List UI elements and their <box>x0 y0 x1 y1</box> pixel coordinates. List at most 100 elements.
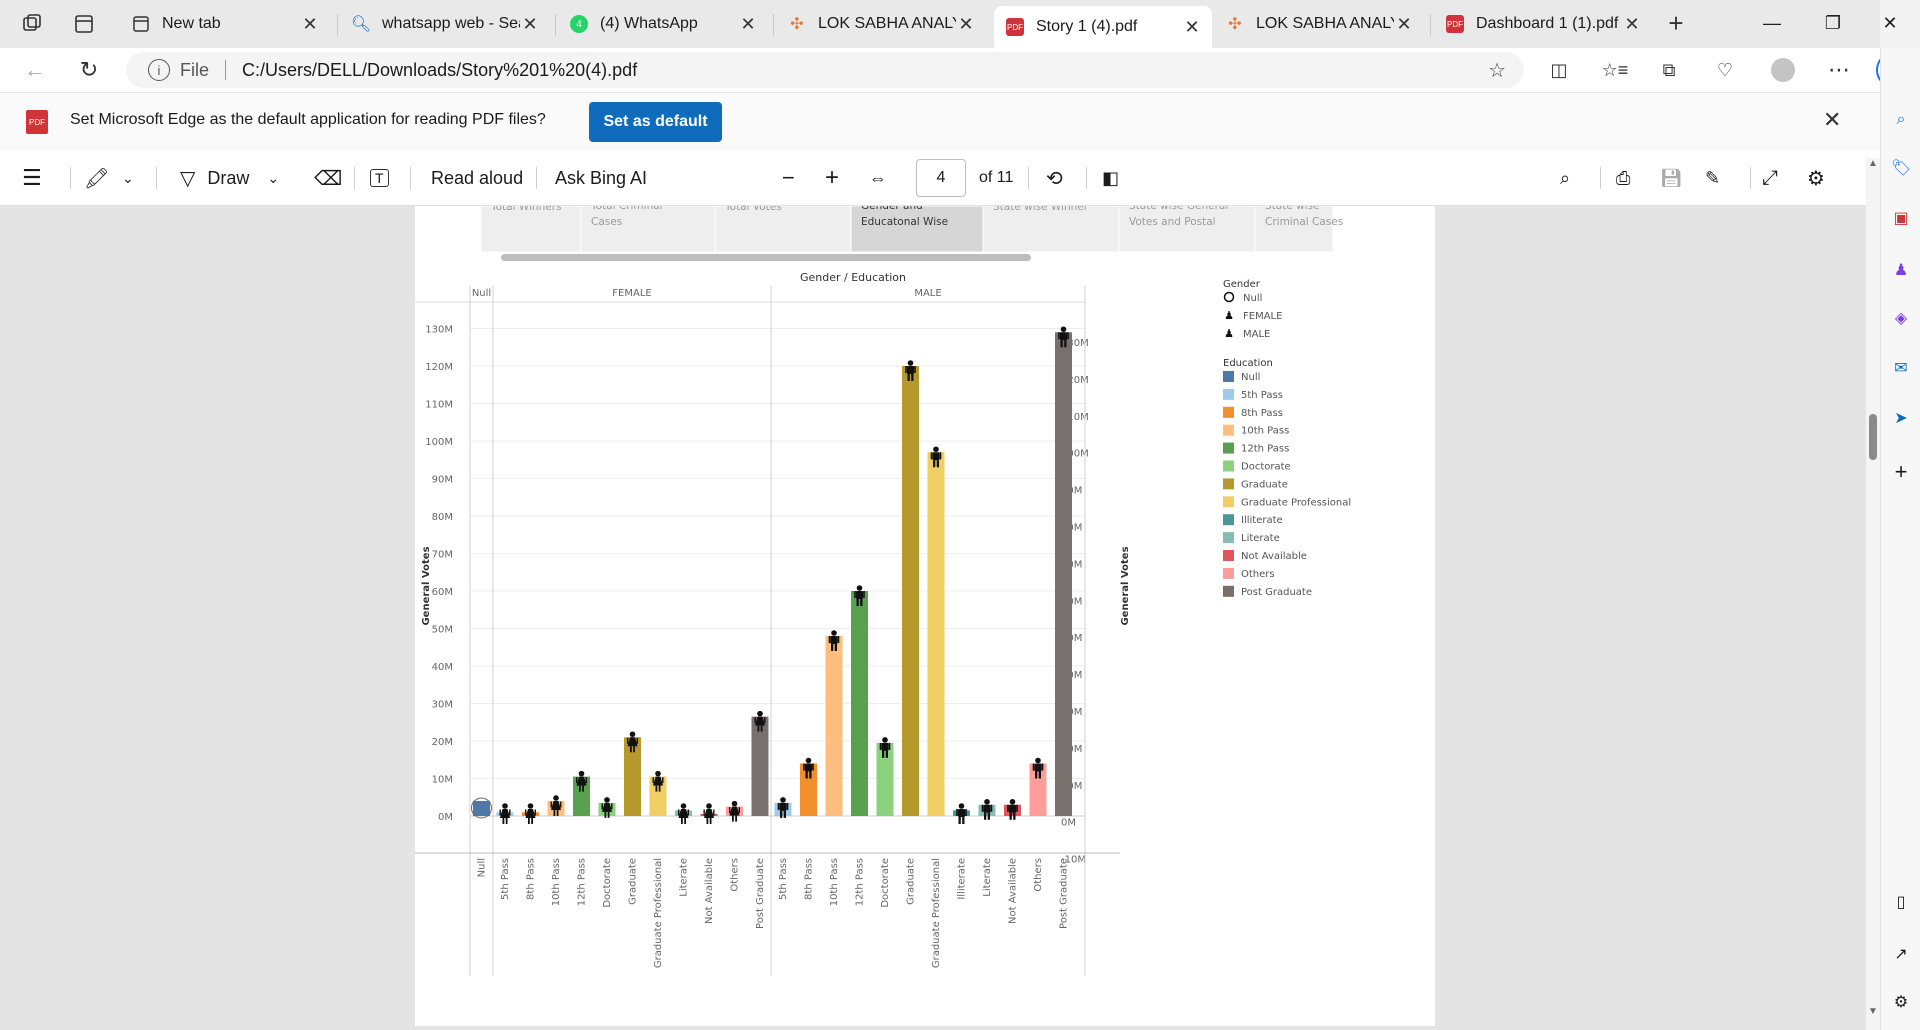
browser-essentials-icon[interactable]: ♡ <box>1708 54 1742 86</box>
refresh-icon[interactable]: ↻ <box>72 54 106 86</box>
address-bar[interactable]: i File C:/Users/DELL/Downloads/Story%201… <box>126 52 1524 88</box>
tab-dashboard-pdf[interactable]: PDF Dashboard 1 (1).pdf ✕ <box>1434 6 1652 42</box>
send-icon[interactable]: ➤ <box>1889 406 1913 430</box>
tab-label: LOK SABHA ANALYSI <box>1256 15 1394 32</box>
tools-icon[interactable]: ▣ <box>1889 206 1913 230</box>
search-icon[interactable]: ⌕ <box>1560 163 1570 193</box>
favorites-icon[interactable]: ☆≡ <box>1598 54 1632 86</box>
tab-actions-icon[interactable] <box>72 12 96 36</box>
scrollbar-thumb[interactable] <box>1869 414 1877 460</box>
close-icon[interactable]: ✕ <box>956 14 976 35</box>
split-screen-icon[interactable]: ◫ <box>1542 54 1576 86</box>
tab-label: New tab <box>162 15 221 32</box>
scroll-down-icon[interactable]: ▼ <box>1868 1006 1878 1017</box>
url-text[interactable]: C:/Users/DELL/Downloads/Story%201%20(4).… <box>242 60 637 81</box>
bar-group <box>902 366 919 816</box>
fit-to-width-icon[interactable]: ⇔ <box>869 163 887 193</box>
y-tick-label: 90M <box>432 475 453 486</box>
sidebar-layout-icon[interactable]: ▯ <box>1889 890 1913 914</box>
tab-bing-search[interactable]: 🔍︎ whatsapp web - Sear ✕ <box>340 6 550 42</box>
zoom-in-icon[interactable]: + <box>825 163 839 193</box>
scroll-up-icon[interactable]: ▲ <box>1868 158 1878 169</box>
workspaces-icon[interactable] <box>20 12 44 36</box>
page-view-icon[interactable]: ◧ <box>1102 163 1119 193</box>
tab-tableau-2[interactable]: ✣ LOK SABHA ANALYSI ✕ <box>1214 6 1424 42</box>
restore-icon[interactable]: ❐ <box>1813 8 1853 38</box>
open-external-icon[interactable]: ↗ <box>1889 942 1913 966</box>
ask-bing-ai-button[interactable]: Ask Bing AI <box>555 163 647 193</box>
collections-icon[interactable]: ⧉ <box>1652 54 1686 86</box>
chevron-down-icon[interactable]: ⌄ <box>122 163 134 193</box>
bar-post-graduate <box>751 716 769 816</box>
bar-group <box>473 801 490 816</box>
save-as-icon[interactable]: ✎ <box>1705 163 1720 193</box>
eraser-icon[interactable]: ⌫ <box>314 163 342 193</box>
tab-story-pdf[interactable]: PDF Story 1 (4).pdf ✕ <box>994 6 1212 48</box>
tab-tableau-1[interactable]: ✣ LOK SABHA ANALYSI ✕ <box>776 6 986 42</box>
legend-item-education: Not Available <box>1241 551 1307 562</box>
settings-icon[interactable]: ⚙ <box>1889 990 1913 1014</box>
pdf-scrollbar[interactable]: ▲ ▼ <box>1866 158 1880 1030</box>
add-icon[interactable]: + <box>1889 459 1913 484</box>
draw-button[interactable]: ▽ Draw ⌄ <box>180 163 279 193</box>
tab-new-tab[interactable]: New tab ✕ <box>120 6 330 42</box>
draw-label: Draw <box>207 167 250 188</box>
legend-swatch <box>1223 388 1234 400</box>
y2-axis-title: General Votes <box>1120 546 1131 625</box>
close-icon[interactable]: ✕ <box>1182 17 1202 38</box>
x-tick-label: Illiterate <box>957 858 968 900</box>
draw-icon: ▽ <box>180 167 196 190</box>
add-text-icon[interactable]: T <box>370 163 389 193</box>
x-tick-label: Others <box>730 858 741 892</box>
legend-swatch <box>1223 371 1234 382</box>
close-icon[interactable]: ✕ <box>1622 14 1642 35</box>
rotate-icon[interactable]: ⟲ <box>1046 163 1063 193</box>
female-icon: ♟ <box>1224 309 1234 322</box>
y2-tick-label: 0M <box>1061 818 1076 829</box>
back-icon[interactable]: ← <box>18 54 52 86</box>
legend-swatch <box>1223 424 1234 436</box>
x-tick-label: Null <box>477 858 488 877</box>
minimize-icon[interactable]: — <box>1752 8 1792 38</box>
legend-item-education: 10th Pass <box>1241 426 1289 437</box>
tab-whatsapp[interactable]: 4 (4) WhatsApp ✕ <box>558 6 768 42</box>
profile-avatar[interactable] <box>1766 54 1800 86</box>
bing-search-icon: 🔍︎ <box>350 16 372 33</box>
y-tick-label: 20M <box>432 737 453 748</box>
highlight-icon[interactable]: 🖍︎ <box>84 163 109 193</box>
search-icon[interactable]: ⌕ <box>1889 108 1913 132</box>
new-tab-button[interactable]: + <box>1663 10 1689 36</box>
save-icon[interactable]: 💾︎ <box>1660 163 1683 193</box>
fullscreen-icon[interactable]: ⤢ <box>1762 163 1778 193</box>
microsoft-365-icon[interactable]: ◈ <box>1889 306 1913 330</box>
tab-label: whatsapp web - Sear <box>382 15 520 32</box>
info-icon[interactable]: i <box>148 59 170 81</box>
close-icon[interactable]: ✕ <box>738 14 758 35</box>
default-pdf-infobar: PDF Set Microsoft Edge as the default ap… <box>0 92 1880 152</box>
close-icon[interactable]: ✕ <box>1823 107 1841 133</box>
shopping-tag-icon[interactable]: 🏷︎ <box>1889 156 1913 180</box>
set-as-default-button[interactable]: Set as default <box>589 102 722 142</box>
bar-12th-pass <box>851 591 868 816</box>
edge-sidebar: ⌕ 🏷︎ ▣ ♟ ◈ ✉ ➤ + ▯ ↗ ⚙ <box>1880 48 1920 1030</box>
read-aloud-button[interactable]: Read aloud <box>431 163 523 193</box>
y-tick-label: 60M <box>432 587 453 598</box>
close-icon[interactable]: ✕ <box>520 14 540 35</box>
chevron-down-icon[interactable]: ⌄ <box>267 170 279 187</box>
more-menu-icon[interactable]: ⋯ <box>1822 54 1856 86</box>
settings-icon[interactable]: ⚙ <box>1807 163 1825 193</box>
games-icon[interactable]: ♟ <box>1889 258 1913 282</box>
page-number-input[interactable]: 4 <box>916 159 966 197</box>
favorite-star-icon[interactable]: ☆ <box>1488 58 1506 83</box>
pdf-viewer[interactable]: Total Winners Total Criminal Cases Total Vo… <box>0 206 1866 1030</box>
bar-graduate <box>902 366 919 816</box>
close-icon[interactable]: ✕ <box>1394 14 1414 35</box>
contents-icon[interactable]: ☰ <box>22 163 42 193</box>
close-window-icon[interactable]: ✕ <box>1870 8 1910 38</box>
print-icon[interactable]: ⎙ <box>1616 163 1630 193</box>
zoom-out-icon[interactable]: − <box>782 163 795 193</box>
legend-item-gender: MALE <box>1243 329 1270 340</box>
tab-label: Story 1 (4).pdf <box>1036 18 1138 35</box>
outlook-icon[interactable]: ✉ <box>1889 356 1913 380</box>
close-icon[interactable]: ✕ <box>300 14 320 35</box>
